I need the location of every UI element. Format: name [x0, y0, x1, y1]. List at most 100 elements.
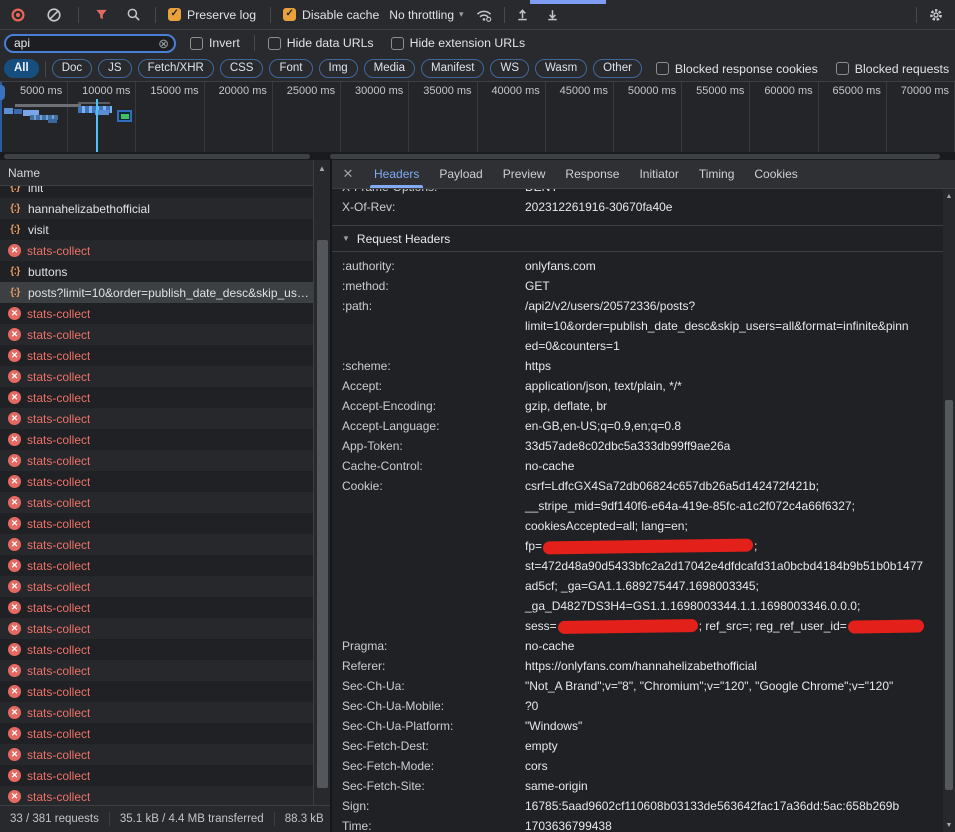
request-row[interactable]: ✕stats-collect [0, 681, 313, 702]
type-filter-wasm[interactable]: Wasm [535, 59, 587, 78]
request-row[interactable]: ✕stats-collect [0, 660, 313, 681]
header-row: Sec-Fetch-Mode:cors [342, 756, 943, 776]
preserve-log-checkbox[interactable]: Preserve log [168, 8, 256, 22]
request-row[interactable]: ✕stats-collect [0, 723, 313, 744]
request-row[interactable]: {:}buttons [0, 261, 313, 282]
name-column-header[interactable]: Name [0, 160, 330, 186]
settings-gear-icon[interactable] [926, 5, 946, 25]
filter-funnel-icon[interactable] [91, 5, 111, 25]
clear-network-log-button[interactable] [44, 5, 64, 25]
invert-checkbox[interactable]: Invert [190, 36, 240, 50]
main-split: Name {:}init{:}hannahelizabethofficial{:… [0, 160, 955, 832]
request-row[interactable]: ✕stats-collect [0, 534, 313, 555]
tab-initiator[interactable]: Initiator [629, 160, 688, 188]
timeline-tick-label: 25000 ms [273, 82, 340, 97]
header-value: gzip, deflate, br [525, 396, 943, 416]
request-row[interactable]: ✕stats-collect [0, 387, 313, 408]
blocked-response-cookies-checkbox[interactable]: Blocked response cookies [656, 62, 818, 76]
error-icon: ✕ [8, 748, 21, 761]
hide-extension-urls-checkbox[interactable]: Hide extension URLs [391, 36, 526, 50]
blocked-requests-checkbox[interactable]: Blocked requests [836, 62, 949, 76]
request-row[interactable]: {:}posts?limit=10&order=publish_date_des… [0, 282, 313, 303]
tab-headers[interactable]: Headers [364, 160, 429, 188]
tab-response[interactable]: Response [555, 160, 629, 188]
type-filter-other[interactable]: Other [593, 59, 642, 78]
header-row: :scheme:https [342, 356, 943, 376]
clear-filter-icon[interactable]: ⊗ [158, 37, 169, 50]
request-row[interactable]: ✕ stats-collect [0, 744, 313, 765]
type-filter-js[interactable]: JS [98, 59, 131, 78]
request-row[interactable]: ✕stats-collect [0, 471, 313, 492]
request-headers-section-toggle[interactable]: ▼ Request Headers [332, 225, 943, 252]
request-row[interactable]: {:}init [0, 186, 313, 198]
tab-payload[interactable]: Payload [429, 160, 492, 188]
tab-timing[interactable]: Timing [689, 160, 745, 188]
export-har-icon[interactable] [543, 5, 563, 25]
request-row[interactable]: ✕stats-collect [0, 786, 313, 805]
request-row[interactable]: ✕stats-collect [0, 639, 313, 660]
request-row[interactable]: ✕stats-collect [0, 492, 313, 513]
request-row[interactable]: ✕stats-collect [0, 450, 313, 471]
scroll-down-arrow[interactable]: ▼ [943, 822, 955, 829]
type-filter-ws[interactable]: WS [490, 59, 529, 78]
search-icon[interactable] [123, 5, 143, 25]
request-name: stats-collect [27, 559, 90, 573]
tab-preview[interactable]: Preview [493, 160, 556, 188]
request-row[interactable]: ✕stats-collect [0, 702, 313, 723]
type-filter-media[interactable]: Media [364, 59, 415, 78]
request-row[interactable]: ✕stats-collect [0, 303, 313, 324]
tab-cookies[interactable]: Cookies [744, 160, 807, 188]
request-row[interactable]: ✕stats-collect [0, 513, 313, 534]
scrollbar-thumb[interactable] [317, 240, 328, 788]
header-name: Cookie: [342, 476, 525, 636]
header-row: Accept-Encoding:gzip, deflate, br [342, 396, 943, 416]
disable-cache-checkbox[interactable]: Disable cache [283, 8, 379, 22]
request-name: stats-collect [27, 748, 90, 762]
type-filter-manifest[interactable]: Manifest [421, 59, 484, 78]
triangle-down-icon: ▼ [342, 234, 350, 243]
request-row[interactable]: ✕stats-collect [0, 429, 313, 450]
type-filter-all[interactable]: All [4, 59, 39, 78]
request-row[interactable]: {:}visit [0, 219, 313, 240]
scrollbar-thumb[interactable] [4, 154, 310, 159]
network-conditions-icon[interactable] [474, 5, 494, 25]
type-filter-font[interactable]: Font [269, 59, 312, 78]
header-row: Sign:16785:5aad9602cf110608b03133de56364… [342, 796, 943, 816]
timeline-column: 45000 ms [546, 82, 614, 152]
request-row[interactable]: ✕stats-collect [0, 366, 313, 387]
record-button[interactable] [8, 5, 28, 25]
header-value-line: st=472d48a90d5433bfc2a2d17042e4dfdcafd31… [525, 556, 943, 576]
close-icon[interactable]: ✕ [332, 166, 364, 182]
request-row[interactable]: ✕stats-collect [0, 576, 313, 597]
request-row[interactable]: ✕stats-collect [0, 240, 313, 261]
filter-input[interactable] [14, 36, 158, 50]
request-row[interactable]: ✕stats-collect [0, 324, 313, 345]
header-value: onlyfans.com [525, 256, 943, 276]
scrollbar-thumb[interactable] [945, 400, 953, 790]
request-row[interactable]: ✕stats-collect [0, 597, 313, 618]
type-filter-img[interactable]: Img [319, 59, 358, 78]
hide-data-urls-checkbox[interactable]: Hide data URLs [268, 36, 374, 50]
type-filter-css[interactable]: CSS [220, 59, 264, 78]
scroll-up-arrow[interactable]: ▲ [314, 160, 330, 173]
request-row[interactable]: ✕stats-collect [0, 555, 313, 576]
type-filter-fetch-xhr[interactable]: Fetch/XHR [138, 59, 214, 78]
request-row[interactable]: ✕stats-collect [0, 345, 313, 366]
waterfall-left-handle[interactable] [0, 85, 5, 100]
request-row[interactable]: ✕stats-collect [0, 765, 313, 786]
header-row: Sec-Fetch-Dest:empty [342, 736, 943, 756]
scroll-up-arrow[interactable]: ▲ [943, 189, 955, 200]
scrollbar-thumb[interactable] [330, 154, 940, 159]
request-row[interactable]: {:}hannahelizabethofficial [0, 198, 313, 219]
request-row[interactable]: ✕stats-collect [0, 618, 313, 639]
headers-content: X-Frame-Options: DENY X-Of-Rev: 20231226… [332, 189, 943, 832]
request-name: stats-collect [27, 622, 90, 636]
request-name: stats-collect [27, 790, 90, 804]
type-filter-doc[interactable]: Doc [52, 59, 92, 78]
checkbox-box [268, 37, 281, 50]
throttling-dropdown[interactable]: No throttling ▾ [389, 8, 463, 22]
request-row[interactable]: ✕stats-collect [0, 408, 313, 429]
import-har-icon[interactable] [513, 5, 533, 25]
network-overview-timeline[interactable]: 5000 ms10000 ms15000 ms20000 ms25000 ms3… [0, 82, 955, 160]
timeline-scroll-track [0, 152, 955, 160]
